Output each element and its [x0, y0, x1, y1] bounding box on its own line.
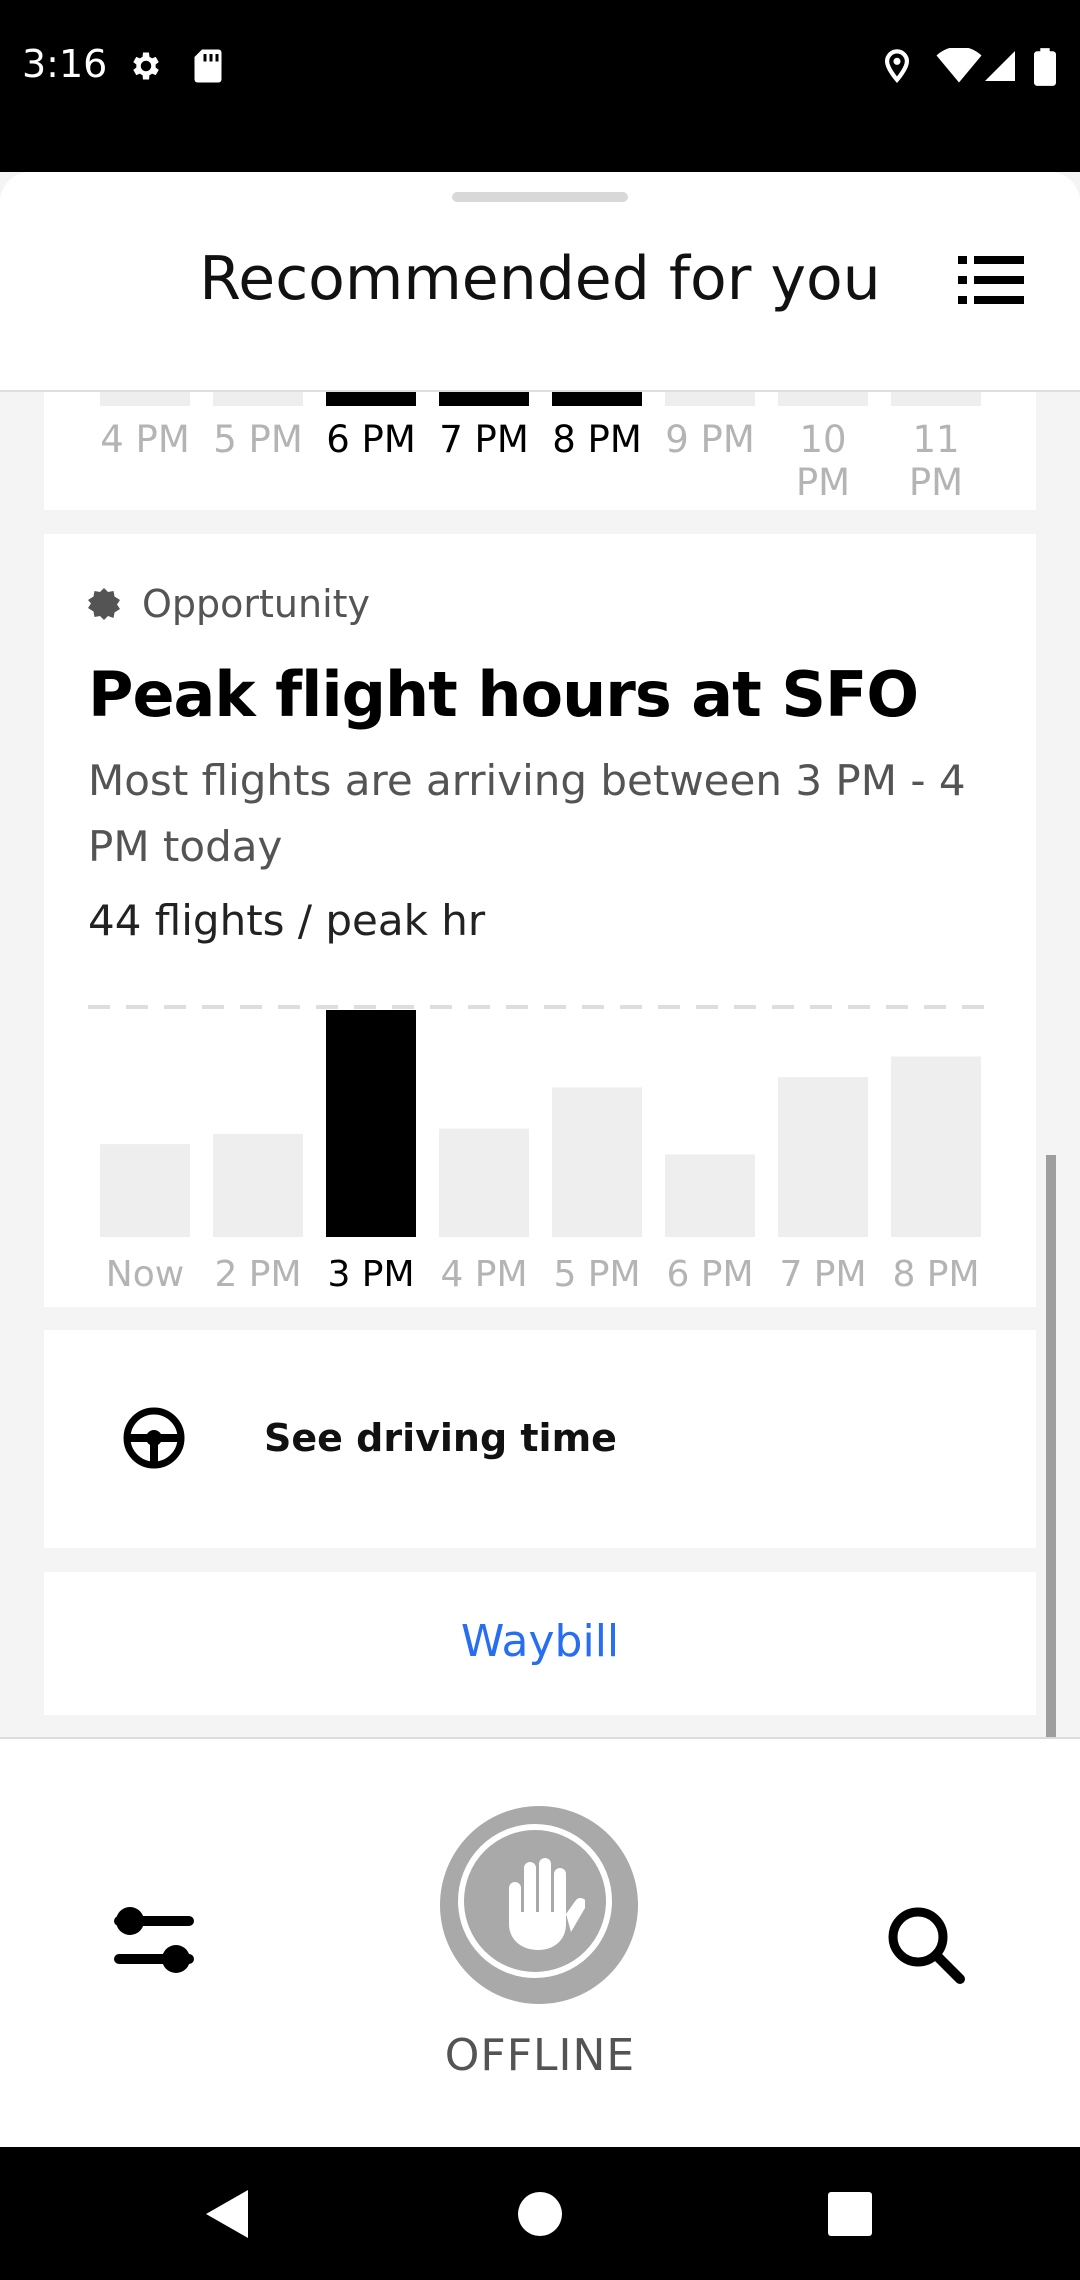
- hour-indicator-bar: [665, 392, 755, 406]
- hour-indicator-bar: [552, 392, 642, 406]
- home-icon[interactable]: [518, 2192, 562, 2236]
- wifi-icon: [936, 48, 982, 83]
- chart-tick-label: Now: [106, 1254, 184, 1294]
- hour-indicator-bar: [326, 392, 416, 406]
- chart-tick-label: 7 PM: [779, 1254, 866, 1294]
- signal-icon: [985, 51, 1015, 81]
- peak-flights-text: 44 flights / peak hr: [88, 896, 486, 945]
- status-time: 3:16: [22, 42, 108, 86]
- waybill-link[interactable]: Waybill: [44, 1616, 1036, 1667]
- location-pin-icon: [884, 49, 910, 83]
- badge-icon: [88, 588, 120, 620]
- chart-tick-label: 5 PM: [553, 1254, 640, 1294]
- recents-icon[interactable]: [828, 2192, 872, 2236]
- hour-tick-label: 11 PM: [908, 418, 964, 504]
- hour-tick-label: 8 PM: [552, 418, 642, 461]
- chart-bar: [439, 1128, 529, 1237]
- status-bar: [0, 0, 1080, 172]
- chart-bar: [778, 1077, 868, 1237]
- chart-tick-label: 3 PM: [327, 1254, 414, 1294]
- chart-bar: [552, 1087, 642, 1237]
- list-icon[interactable]: [958, 254, 1024, 306]
- hour-tick-label: 10 PM: [795, 418, 851, 504]
- chart-bar: [665, 1154, 755, 1237]
- chart-tick-label: 8 PM: [892, 1254, 979, 1294]
- preferences-icon[interactable]: [110, 1898, 200, 1982]
- opportunity-description: Most flights are arriving between 3 PM -…: [88, 756, 966, 871]
- back-icon[interactable]: [204, 2188, 250, 2240]
- chart-bar: [326, 1010, 416, 1237]
- hand-stop-icon: [509, 1858, 585, 1950]
- hour-indicator-bar: [100, 392, 190, 406]
- flights-bar-chart: Now 2 PM 3 PM 4 PM 5 PM 6 PM 7 PM 8 PM: [88, 1005, 996, 1294]
- hour-tick-label: 4 PM: [100, 418, 190, 461]
- chart-bar: [891, 1056, 981, 1237]
- driving-time-label: See driving time: [264, 1416, 617, 1460]
- hour-indicator-bar: [891, 392, 981, 406]
- hour-tick-label: 7 PM: [439, 418, 529, 461]
- chart-tick-label: 4 PM: [440, 1254, 527, 1294]
- opportunity-label: Opportunity: [142, 582, 371, 626]
- chart-tick-label: 2 PM: [214, 1254, 301, 1294]
- hour-indicator-bar: [439, 392, 529, 406]
- drag-handle[interactable]: [452, 192, 628, 202]
- hourly-demand-card: 4 PM 5 PM 6 PM 7 PM 8 PM 9 PM 10 PM 11 PM: [44, 392, 1036, 510]
- opportunity-title: Peak flight hours at SFO: [88, 658, 919, 731]
- driving-time-card[interactable]: See driving time: [44, 1330, 1036, 1548]
- waybill-card[interactable]: Waybill: [44, 1572, 1036, 1715]
- hour-tick-label: 6 PM: [326, 418, 416, 461]
- opportunity-card[interactable]: Opportunity Peak flight hours at SFO Mos…: [44, 534, 1036, 1307]
- gear-icon: [133, 52, 159, 80]
- hour-tick-label: 5 PM: [213, 418, 303, 461]
- chart-bar: [213, 1133, 303, 1237]
- hour-indicator-bar: [213, 392, 303, 406]
- chart-bar: [100, 1144, 190, 1237]
- scrollbar[interactable]: [1046, 1155, 1056, 1737]
- hour-indicator-bar: [778, 392, 868, 406]
- chart-tick-label: 6 PM: [666, 1254, 753, 1294]
- steering-wheel-icon: [123, 1407, 185, 1469]
- driver-status-label: OFFLINE: [444, 2030, 636, 2081]
- page-title: Recommended for you: [199, 244, 881, 314]
- battery-icon: [1034, 48, 1056, 86]
- sd-card-icon: [194, 49, 222, 83]
- hour-tick-label: 9 PM: [665, 418, 755, 461]
- search-icon[interactable]: [884, 1903, 966, 1985]
